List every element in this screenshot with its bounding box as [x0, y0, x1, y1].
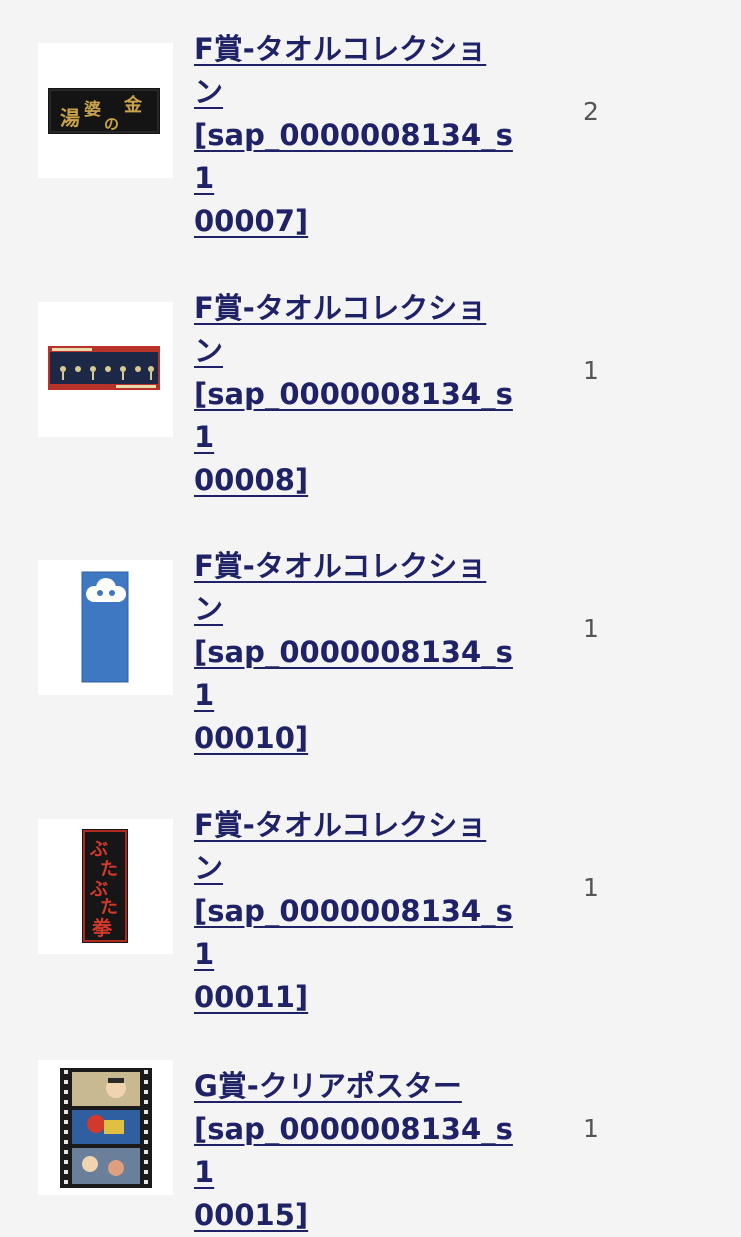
navy-towel-red-border-image	[48, 346, 160, 390]
product-title-line: F賞-タオルコレクショ	[194, 32, 487, 66]
order-item-list: 湯 婆 の 金 F賞-タオルコレクショ ン [sap_0000008134_s1…	[0, 0, 741, 1232]
order-item-row: F賞-タオルコレクショ ン [sap_0000008134_s1 00010] …	[0, 545, 741, 755]
thumbnail-lettering: た	[100, 897, 118, 918]
thumbnail-lettering: 婆	[84, 100, 101, 120]
product-title-line: F賞-タオルコレクショ	[194, 291, 487, 325]
product-title-line: F賞-タオルコレクショ	[194, 808, 487, 842]
order-item-row: 湯 婆 の 金 F賞-タオルコレクショ ン [sap_0000008134_s1…	[0, 28, 741, 238]
product-thumbnail[interactable]: 湯 婆 の 金	[38, 43, 173, 178]
thumbnail-lettering: 湯	[60, 106, 80, 130]
product-title-line: 00008]	[194, 463, 309, 497]
order-item-row: ぶ た ぶ た 拳 F賞-タオルコレクショ ン [sap_0000008134_…	[0, 804, 741, 1014]
quantity-value: 1	[583, 614, 599, 643]
black-towel-red-lettering-image: ぶ た ぶ た 拳	[82, 829, 128, 943]
film-strip-poster-image	[60, 1068, 152, 1188]
product-thumbnail[interactable]: ぶ た ぶ た 拳	[38, 819, 173, 954]
thumbnail-lettering: 拳	[91, 916, 113, 940]
product-thumbnail[interactable]	[38, 302, 173, 437]
product-title-line: [sap_0000008134_s1	[194, 377, 513, 454]
order-item-row: G賞-クリアポスター [sap_0000008134_s1 00015] 1	[0, 1060, 741, 1232]
product-thumbnail[interactable]	[38, 1060, 173, 1195]
product-title-line: 00010]	[194, 721, 309, 755]
product-title-line: ン	[194, 851, 224, 885]
product-title-line: ン	[194, 75, 224, 109]
quantity-value: 1	[583, 356, 599, 385]
product-title-line: F賞-タオルコレクショ	[194, 549, 487, 583]
product-title-line: [sap_0000008134_s1	[194, 118, 513, 195]
product-title-line: 00007]	[194, 204, 309, 238]
thumbnail-lettering: ぶ	[89, 839, 108, 860]
blue-towel-cloud-image	[81, 571, 129, 683]
product-title-line: 00011]	[194, 980, 309, 1014]
product-title-link[interactable]: F賞-タオルコレクショ ン [sap_0000008134_s1 00010]	[194, 545, 524, 760]
thumbnail-lettering: 金	[123, 94, 143, 116]
product-title-link[interactable]: F賞-タオルコレクショ ン [sap_0000008134_s1 00007]	[194, 28, 524, 243]
quantity-value: 1	[583, 873, 599, 902]
product-title-line: [sap_0000008134_s1	[194, 635, 513, 712]
product-title-line: ン	[194, 334, 224, 368]
quantity-value: 2	[583, 97, 599, 126]
quantity-value: 1	[583, 1114, 599, 1143]
product-title-line: G賞-クリアポスター	[194, 1069, 462, 1103]
product-title-line: ン	[194, 592, 224, 626]
product-title-link[interactable]: F賞-タオルコレクショ ン [sap_0000008134_s1 00011]	[194, 804, 524, 1019]
order-item-row: F賞-タオルコレクショ ン [sap_0000008134_s1 00008] …	[0, 287, 741, 497]
thumbnail-lettering: た	[100, 859, 118, 880]
product-title-line: [sap_0000008134_s1	[194, 894, 513, 971]
product-thumbnail[interactable]	[38, 560, 173, 695]
product-title-link[interactable]: F賞-タオルコレクショ ン [sap_0000008134_s1 00008]	[194, 287, 524, 502]
black-towel-gold-kanji-image: 湯 婆 の 金	[48, 88, 160, 134]
product-title-line: 00015]	[194, 1198, 309, 1232]
product-title-link[interactable]: G賞-クリアポスター [sap_0000008134_s1 00015]	[194, 1065, 524, 1237]
product-title-line: [sap_0000008134_s1	[194, 1112, 513, 1189]
thumbnail-lettering: の	[104, 115, 119, 133]
